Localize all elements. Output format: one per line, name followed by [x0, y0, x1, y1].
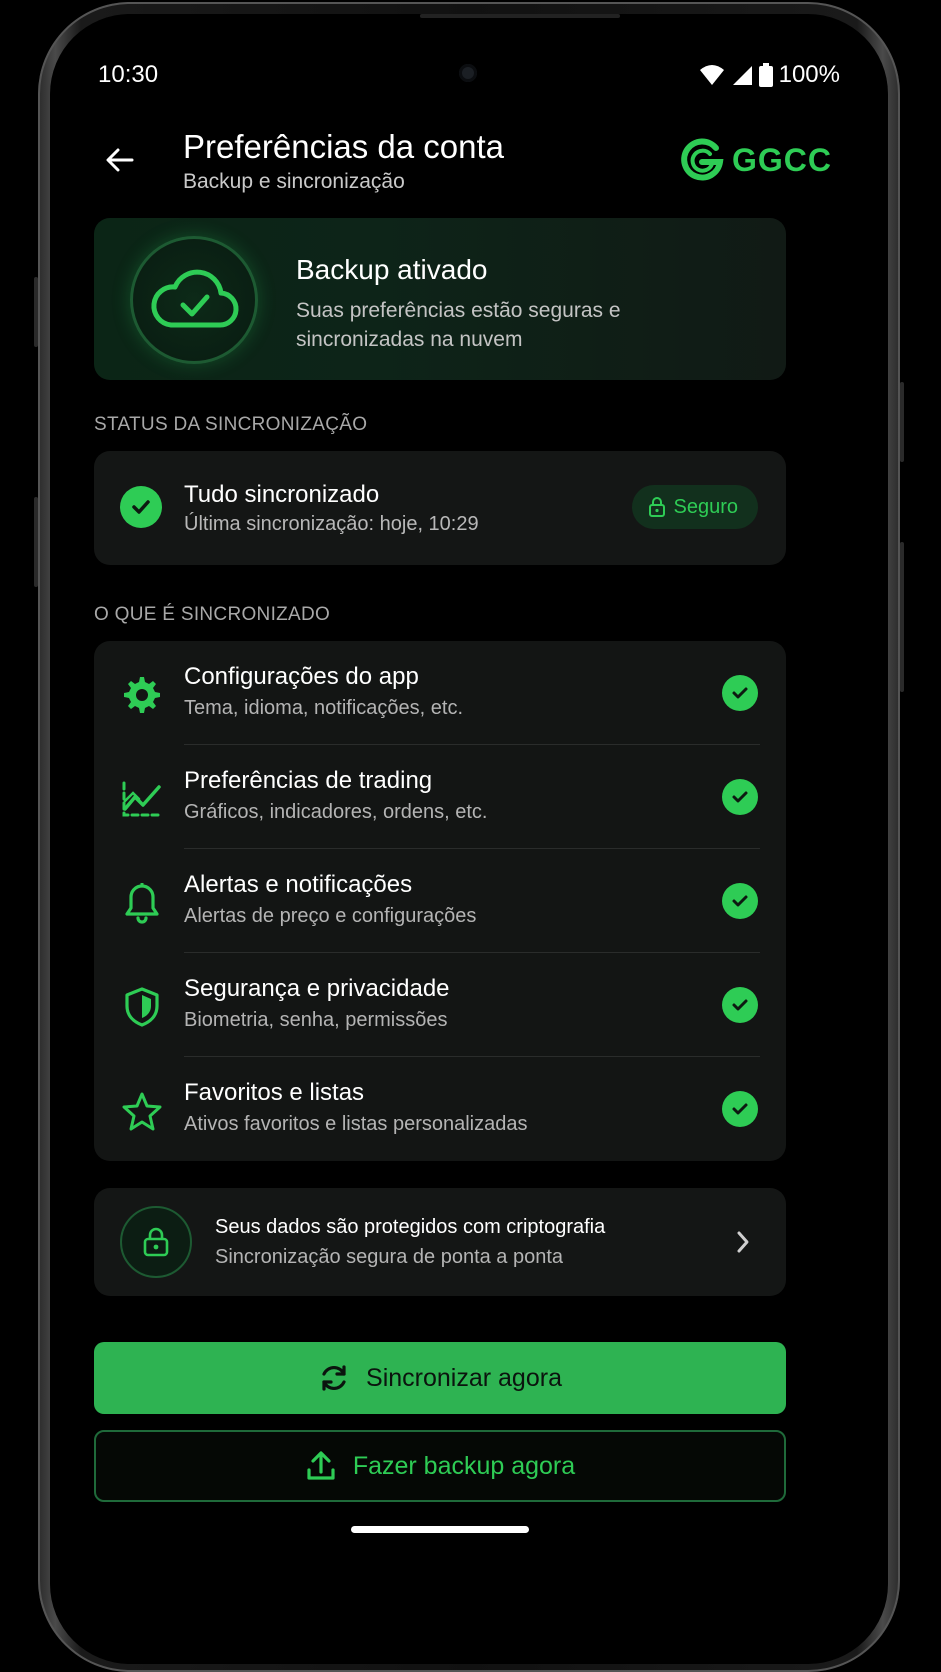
list-item-alerts[interactable]: Alertas e notificações Alertas de preço … [94, 849, 786, 953]
list-item-favorites[interactable]: Favoritos e listas Ativos favoritos e li… [94, 1057, 786, 1161]
section-label-synced-items: O QUE É SINCRONIZADO [94, 604, 331, 625]
item-title: Segurança e privacidade [184, 975, 450, 1002]
encryption-title: Seus dados são protegidos com criptograf… [215, 1216, 606, 1238]
backup-now-label: Fazer backup agora [352, 1451, 576, 1480]
check-circle-icon [120, 486, 162, 528]
encryption-subtitle: Sincronização segura de ponta a ponta [215, 1246, 564, 1268]
section-label-sync-status: STATUS DA SINCRONIZAÇÃO [94, 414, 368, 435]
side-button [34, 497, 38, 587]
home-indicator[interactable] [351, 1526, 529, 1533]
cloud-ring [130, 236, 258, 364]
bell-icon [120, 881, 164, 925]
star-icon [120, 1089, 164, 1133]
logo-text: GGCC [732, 141, 832, 178]
shield-icon [120, 985, 164, 1029]
app-header: Preferências da conta Backup e sincroniz… [50, 114, 888, 204]
chevron-right-icon [734, 1228, 752, 1261]
upload-icon [307, 1451, 335, 1480]
item-title: Configurações do app [184, 663, 419, 690]
logo-g-icon [681, 138, 724, 181]
item-title: Alertas e notificações [184, 871, 413, 898]
sync-icon [322, 1365, 346, 1391]
back-button[interactable] [102, 142, 138, 178]
gear-icon [120, 673, 164, 717]
battery-icon [758, 63, 773, 87]
item-subtitle: Ativos favoritos e listas personalizadas [184, 1113, 528, 1135]
check-icon [722, 987, 758, 1023]
check-icon [722, 675, 758, 711]
front-camera [459, 64, 477, 82]
encryption-info-card[interactable]: Seus dados são protegidos com criptograf… [94, 1188, 786, 1296]
page-subtitle: Backup e sincronização [183, 170, 405, 193]
check-icon [722, 779, 758, 815]
cloud-check-icon [151, 269, 239, 328]
brand-logo: GGCC [680, 138, 832, 182]
item-title: Favoritos e listas [184, 1079, 365, 1106]
check-icon [722, 1091, 758, 1127]
item-subtitle: Alertas de preço e configurações [184, 905, 477, 927]
synced-items-list: Configurações do app Tema, idioma, notif… [94, 641, 786, 1161]
phone-screen: 10:30 100% Preferências da conta Backup … [50, 14, 888, 1664]
badge-label: Seguro [673, 495, 739, 518]
list-item-trading-preferences[interactable]: Preferências de trading Gráficos, indica… [94, 745, 786, 849]
side-button [34, 277, 38, 347]
side-button [900, 542, 904, 692]
backup-now-button[interactable]: Fazer backup agora [94, 1430, 786, 1502]
status-time: 10:30 [98, 61, 159, 88]
item-subtitle: Gráficos, indicadores, ordens, etc. [184, 801, 488, 823]
wifi-icon [699, 65, 724, 85]
backup-title: Backup ativado [296, 254, 488, 285]
status-icons: 100% [699, 61, 840, 89]
sync-status-title: Tudo sincronizado [184, 481, 380, 508]
list-item-security[interactable]: Segurança e privacidade Biometria, senha… [94, 953, 786, 1057]
lock-icon [648, 497, 665, 517]
lock-icon [120, 1206, 192, 1278]
backup-status-card: Backup ativado Suas preferências estão s… [94, 218, 786, 380]
signal-icon [732, 66, 752, 85]
last-sync-time: Última sincronização: hoje, 10:29 [184, 513, 479, 535]
backup-description: Suas preferências estão seguras e sincro… [296, 299, 621, 351]
speaker-grille [420, 14, 620, 18]
secure-badge: Seguro [631, 485, 758, 529]
side-button [900, 382, 904, 462]
chart-icon [120, 777, 164, 821]
battery-percentage: 100% [778, 61, 840, 88]
arrow-left-icon [106, 148, 134, 172]
item-title: Preferências de trading [184, 767, 433, 794]
check-icon [722, 883, 758, 919]
item-subtitle: Tema, idioma, notificações, etc. [184, 697, 464, 719]
page-title: Preferências da conta [183, 128, 505, 165]
sync-now-label: Sincronizar agora [366, 1363, 562, 1392]
sync-status-card: Tudo sincronizado Última sincronização: … [94, 451, 786, 565]
list-item-app-settings[interactable]: Configurações do app Tema, idioma, notif… [94, 641, 786, 745]
sync-now-button[interactable]: Sincronizar agora [94, 1342, 786, 1414]
item-subtitle: Biometria, senha, permissões [184, 1009, 448, 1031]
